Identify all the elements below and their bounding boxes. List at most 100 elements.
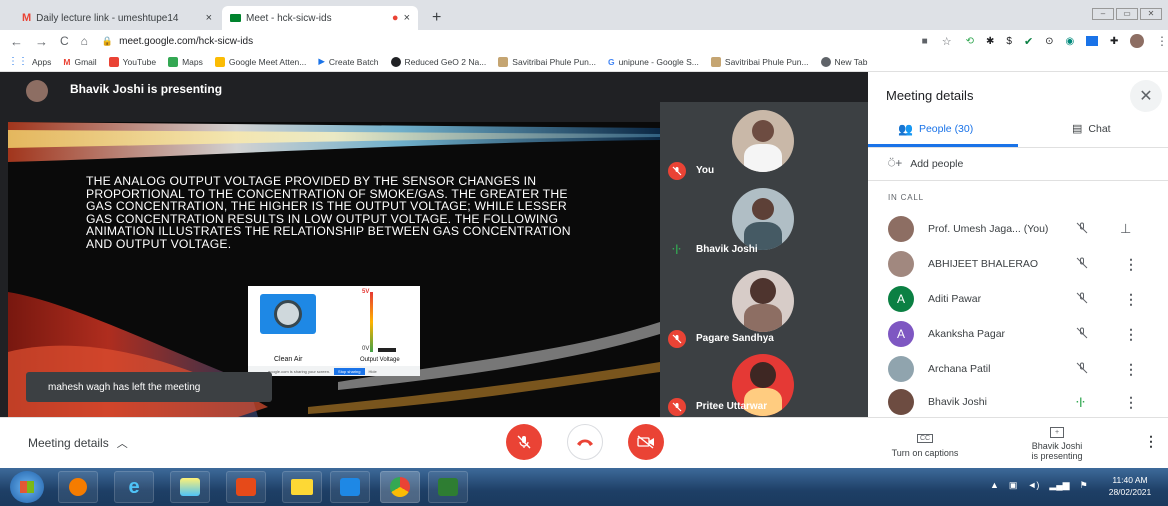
participant-tile[interactable]: Pagare Sandhya xyxy=(660,268,868,348)
meeting-details-panel: Meeting details ✕ 👥 People (30) ▤ Chat ⍥… xyxy=(868,72,1168,417)
flag-icon[interactable]: ⚑ xyxy=(1080,480,1088,491)
bookmark-youtube[interactable]: YouTube xyxy=(108,56,156,67)
divider xyxy=(0,417,1168,418)
participant-row[interactable]: A Aditi Pawar ⋮ xyxy=(868,282,1168,316)
add-people-button[interactable]: ⍥+ Add people xyxy=(888,156,963,171)
extension-icon[interactable] xyxy=(1086,36,1098,46)
media-player-taskbar-icon[interactable] xyxy=(58,471,98,503)
bookmark-maps[interactable]: Maps xyxy=(168,56,203,67)
mic-off-icon xyxy=(1076,362,1088,377)
stop-sharing-button[interactable]: Stop sharing xyxy=(334,367,365,375)
close-tab-icon[interactable]: × xyxy=(206,12,212,24)
tab-chat[interactable]: ▤ Chat xyxy=(1072,122,1111,136)
camera-icon[interactable]: ■ xyxy=(922,36,928,47)
pin-icon[interactable]: ⊥ xyxy=(1120,221,1131,237)
home-icon[interactable]: ⌂ xyxy=(81,34,88,48)
participant-row[interactable]: Prof. Umesh Jaga... (You) ⊥ xyxy=(868,212,1168,246)
network-icon[interactable]: ▂▄▆ xyxy=(1049,480,1069,491)
paint-taskbar-icon[interactable] xyxy=(170,471,210,503)
back-icon[interactable]: ← xyxy=(10,34,23,49)
address-bar[interactable]: 🔒 meet.google.com/hck-sicw-ids xyxy=(102,32,794,50)
more-options-icon[interactable]: ⋮ xyxy=(1124,326,1138,343)
recording-dot-icon: ● xyxy=(391,12,399,24)
speaking-indicator-icon: ·|· xyxy=(1076,396,1086,408)
volume-icon[interactable]: ◄) xyxy=(1027,480,1039,491)
bookmark-create-batch[interactable]: ▶ Create Batch xyxy=(318,56,378,67)
menu-kebab-icon[interactable]: ⋮ xyxy=(1156,34,1168,48)
participant-tile[interactable]: ·|· Bhavik Joshi xyxy=(660,184,868,264)
avatar xyxy=(732,270,794,332)
excel-taskbar-icon[interactable] xyxy=(428,471,468,503)
bookmark-savitribai-2[interactable]: Savitribai Phule Pun... xyxy=(710,56,809,67)
bookmarks-bar: ⋮⋮ Apps M Gmail YouTube Maps Google Meet A… xyxy=(0,52,1168,72)
mic-off-icon xyxy=(1076,257,1088,272)
clock[interactable]: 11:40 AM 28/02/2021 xyxy=(1100,474,1160,498)
reload-icon[interactable]: C xyxy=(60,34,69,48)
internet-explorer-taskbar-icon[interactable]: e xyxy=(114,471,154,503)
tray-app-icon[interactable]: ▣ xyxy=(1009,480,1018,491)
tab-meet[interactable]: Meet - hck-sicw-ids ● × xyxy=(222,6,418,30)
more-options-icon[interactable]: ⋮ xyxy=(1124,291,1138,308)
participant-tile[interactable]: Pritee Uttarwar xyxy=(660,352,868,417)
extension-icon[interactable]: ⊙ xyxy=(1045,36,1053,47)
bookmark-savitribai-1[interactable]: Savitribai Phule Pun... xyxy=(498,56,596,67)
bookmark-star-icon[interactable]: ☆ xyxy=(942,35,952,48)
clock-time: 11:40 AM xyxy=(1112,475,1148,485)
maximize-icon[interactable]: ▭ xyxy=(1116,8,1138,20)
more-options-icon[interactable]: ⋮ xyxy=(1124,256,1138,273)
participant-row[interactable]: A Akanksha Pagar ⋮ xyxy=(868,317,1168,351)
bookmark-reduced-geo[interactable]: Reduced GeO 2 Na... xyxy=(390,56,486,67)
figure-output-voltage-label: Output Voltage xyxy=(360,357,400,363)
more-options-icon[interactable]: ⋮ xyxy=(1144,433,1158,450)
profile-avatar[interactable] xyxy=(1130,34,1144,48)
mic-toggle-button[interactable] xyxy=(506,424,542,460)
tray-arrow-icon[interactable]: ▲ xyxy=(990,480,999,491)
leave-call-button[interactable] xyxy=(567,424,603,460)
presenting-status-button[interactable]: + Bhavik Joshi is presenting xyxy=(1012,421,1102,461)
close-panel-button[interactable]: ✕ xyxy=(1130,80,1162,112)
meeting-details-button[interactable]: Meeting details ︿ xyxy=(28,435,128,451)
extension-icon[interactable]: ✱ xyxy=(986,36,994,47)
camera-off-icon xyxy=(637,435,654,449)
forward-icon[interactable]: → xyxy=(35,34,48,49)
start-button[interactable] xyxy=(10,471,44,503)
system-tray: ▲ ▣ ◄) ▂▄▆ ⚑ xyxy=(990,480,1088,491)
more-options-icon[interactable]: ⋮ xyxy=(1124,394,1138,411)
bookmark-apps[interactable]: ⋮⋮ Apps xyxy=(8,56,51,67)
participant-tile[interactable]: You xyxy=(660,102,868,180)
bookmark-unipune[interactable]: Gunipune - Google S... xyxy=(608,57,699,67)
extensions-puzzle-icon[interactable]: ✚ xyxy=(1110,36,1118,47)
hide-button[interactable]: Hide xyxy=(369,369,377,374)
participant-tiles: You ·|· Bhavik Joshi Pagare Sandhya Prit… xyxy=(660,102,868,417)
extension-icon[interactable]: ⟲ xyxy=(966,36,974,47)
extension-icon[interactable]: ✔ xyxy=(1024,35,1033,48)
camera-toggle-button[interactable] xyxy=(628,424,664,460)
close-tab-icon[interactable]: × xyxy=(404,12,410,24)
hang-up-icon xyxy=(577,439,593,446)
chrome-taskbar-icon[interactable] xyxy=(380,471,420,503)
participant-row[interactable]: ABHIJEET BHALERAO ⋮ xyxy=(868,247,1168,281)
tab-people[interactable]: 👥 People (30) xyxy=(898,122,973,136)
file-explorer-taskbar-icon[interactable] xyxy=(282,471,322,503)
avatar xyxy=(888,356,914,382)
tab-daily-lecture[interactable]: M Daily lecture link - umeshtupe14 × xyxy=(14,6,220,30)
extension-icon[interactable]: ◉ xyxy=(1066,36,1075,47)
more-options-icon[interactable]: ⋮ xyxy=(1124,361,1138,378)
minimize-icon[interactable]: – xyxy=(1092,8,1114,20)
captions-button[interactable]: CC Turn on captions xyxy=(880,427,970,458)
bookmark-meet-attendance[interactable]: Google Meet Atten... xyxy=(214,56,306,67)
new-tab-button[interactable]: + xyxy=(424,6,450,30)
sharing-notice-bar: google.com is sharing your screen. Stop … xyxy=(248,366,420,376)
participant-row[interactable]: Bhavik Joshi ·|· ⋮ xyxy=(868,387,1168,417)
word-taskbar-icon[interactable] xyxy=(330,471,370,503)
mic-off-icon xyxy=(1076,222,1088,237)
browser-toolbar: ← → C ⌂ 🔒 meet.google.com/hck-sicw-ids ■… xyxy=(0,30,1168,52)
bookmark-new-tab[interactable]: New Tab xyxy=(820,56,867,67)
extension-icon[interactable]: $ xyxy=(1006,36,1012,47)
participant-name: ABHIJEET BHALERAO xyxy=(928,258,1039,270)
bookmark-gmail[interactable]: M Gmail xyxy=(63,57,96,67)
powerpoint-taskbar-icon[interactable] xyxy=(226,471,266,503)
divider xyxy=(868,180,1168,181)
close-window-icon[interactable]: ✕ xyxy=(1140,8,1162,20)
participant-row[interactable]: Archana Patil ⋮ xyxy=(868,352,1168,386)
